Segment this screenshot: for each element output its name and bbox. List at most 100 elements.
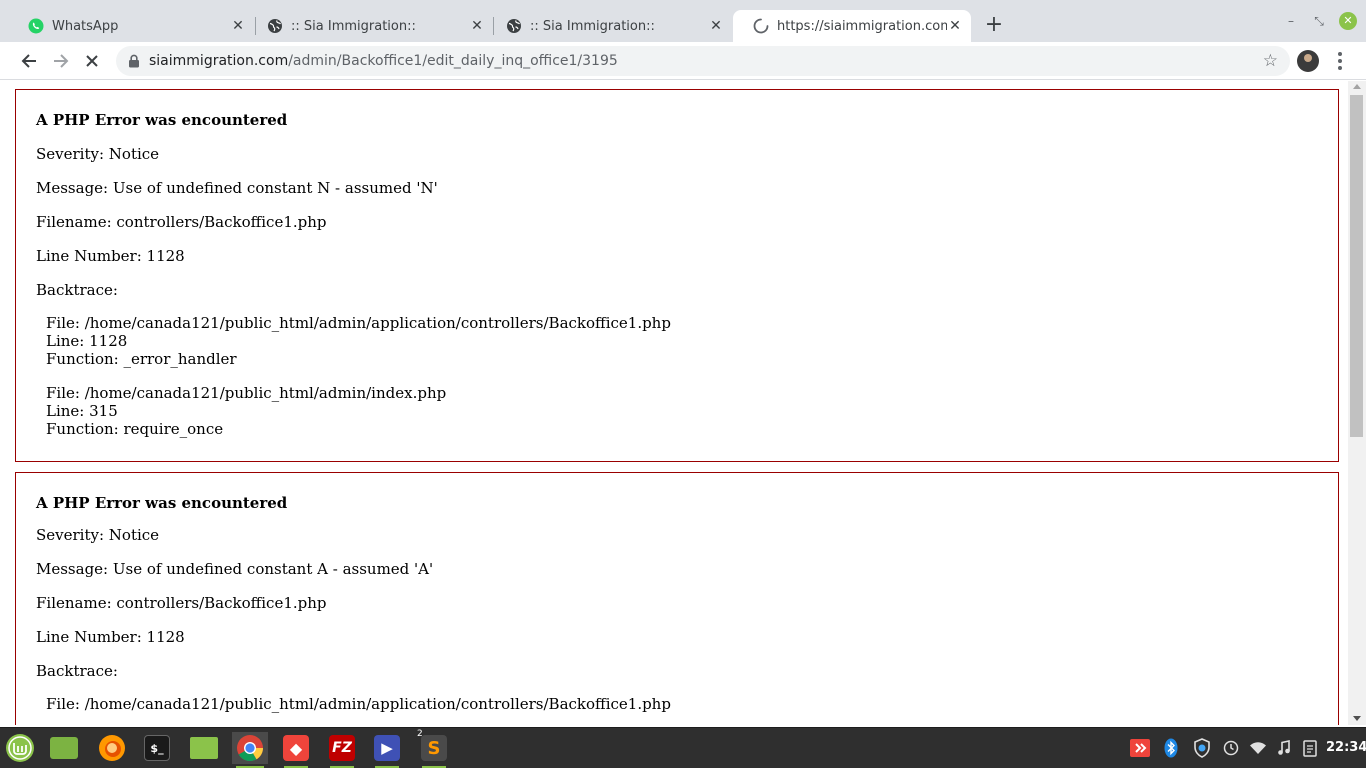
tab-strip: WhatsApp ✕ :: Sia Immigration:: ✕ :: Sia…	[0, 0, 1366, 42]
back-button[interactable]	[17, 49, 41, 73]
error-filename: Filename: controllers/Backoffice1.php	[36, 594, 327, 612]
backtrace-file: File: /home/canada121/public_html/admin/…	[46, 695, 671, 713]
error-message: Message: Use of undefined constant A - a…	[36, 560, 434, 578]
anydesk-icon: ◆	[283, 735, 309, 761]
chrome-icon	[237, 735, 264, 762]
scroll-down-arrow-icon[interactable]	[1353, 716, 1361, 721]
clipboard-icon	[1303, 740, 1317, 757]
new-tab-button[interactable]: +	[982, 14, 1006, 38]
menu-dot	[1338, 52, 1342, 56]
page-scrollbar[interactable]	[1348, 81, 1366, 725]
arrow-left-icon	[21, 54, 36, 68]
tab-close-icon[interactable]: ✕	[708, 18, 724, 34]
minimize-icon[interactable]: –	[1282, 12, 1300, 30]
folder-icon	[190, 737, 218, 759]
backtrace-line: Line: 1128	[46, 332, 128, 350]
firefox-icon	[99, 735, 125, 761]
media-player-icon: ▶	[374, 735, 400, 761]
error-severity: Severity: Notice	[36, 145, 160, 163]
backtrace-file: File: /home/canada121/public_html/admin/…	[46, 314, 671, 332]
taskbar-firefox[interactable]	[96, 732, 128, 764]
tab-active-siaimmigration[interactable]: https://siaimmigration.com/admin ✕	[733, 10, 971, 42]
window-close-icon[interactable]: ✕	[1339, 12, 1357, 30]
browser-menu-button[interactable]	[1332, 50, 1348, 72]
mint-menu-button[interactable]	[4, 732, 36, 764]
tab-close-icon[interactable]: ✕	[230, 18, 246, 34]
tab-whatsapp[interactable]: WhatsApp ✕	[8, 10, 254, 42]
taskbar-terminal[interactable]: $_	[141, 732, 173, 764]
tab-sia-immigration-1[interactable]: :: Sia Immigration:: ✕	[247, 10, 493, 42]
backtrace-function: Function: _error_handler	[46, 350, 237, 368]
menu-dot	[1338, 59, 1342, 63]
whatsapp-icon	[28, 18, 44, 34]
system-clock[interactable]: 22:34	[1326, 740, 1366, 755]
tab-title: :: Sia Immigration::	[291, 18, 416, 34]
close-icon	[86, 55, 98, 67]
restore-icon[interactable]: ⤡	[1310, 12, 1328, 30]
error-filename: Filename: controllers/Backoffice1.php	[36, 213, 327, 231]
url-text[interactable]: siaimmigration.com/admin/Backoffice1/edi…	[149, 53, 618, 69]
bluetooth-icon	[1164, 738, 1178, 758]
wifi-icon	[1250, 742, 1266, 754]
taskbar-chrome[interactable]	[232, 732, 268, 768]
php-error-box: A PHP Error was encountered Severity: No…	[15, 472, 1339, 725]
lock-icon[interactable]	[128, 54, 140, 68]
taskbar-files[interactable]	[48, 732, 80, 764]
error-severity: Severity: Notice	[36, 526, 160, 544]
error-heading: A PHP Error was encountered	[36, 494, 288, 512]
tab-close-icon[interactable]: ✕	[469, 18, 485, 34]
scrollbar-thumb[interactable]	[1350, 95, 1363, 437]
tray-update-manager[interactable]	[1191, 737, 1213, 759]
system-taskbar: $_ ◆ FZ ▶ S 2 22:34	[0, 727, 1366, 768]
globe-icon	[268, 19, 282, 33]
clock-icon	[1223, 740, 1239, 756]
taskbar-media-player[interactable]: ▶	[371, 732, 403, 768]
forward-button[interactable]	[49, 49, 73, 73]
tab-title: WhatsApp	[52, 18, 119, 34]
tray-anydesk[interactable]	[1129, 737, 1151, 759]
taskbar-sublime-text[interactable]: S 2	[417, 729, 450, 768]
scroll-up-arrow-icon[interactable]	[1353, 84, 1361, 89]
globe-icon	[507, 19, 521, 33]
loading-spinner-icon	[753, 18, 769, 34]
filezilla-icon: FZ	[329, 735, 355, 761]
error-message: Message: Use of undefined constant N - a…	[36, 179, 438, 197]
backtrace-entry: File: /home/canada121/public_html/admin/…	[46, 314, 1338, 368]
browser-toolbar: siaimmigration.com/admin/Backoffice1/edi…	[0, 42, 1366, 80]
address-bar[interactable]: siaimmigration.com/admin/Backoffice1/edi…	[116, 46, 1290, 76]
error-line-number: Line Number: 1128	[36, 628, 185, 646]
mint-menu-icon	[6, 734, 34, 762]
tab-title: :: Sia Immigration::	[530, 18, 655, 34]
tray-sound[interactable]	[1273, 737, 1295, 759]
files-icon	[50, 737, 78, 759]
error-backtrace-label: Backtrace:	[36, 662, 118, 680]
php-error-box: A PHP Error was encountered Severity: No…	[15, 89, 1339, 462]
error-heading: A PHP Error was encountered	[36, 111, 288, 129]
tray-notes[interactable]	[1299, 737, 1321, 759]
error-line-number: Line Number: 1128	[36, 247, 185, 265]
taskbar-folder[interactable]	[188, 732, 220, 764]
stop-loading-button[interactable]	[80, 49, 104, 73]
menu-dot	[1338, 66, 1342, 70]
backtrace-entry: File: /home/canada121/public_html/admin/…	[46, 695, 1338, 713]
anydesk-tray-icon	[1130, 739, 1150, 757]
taskbar-filezilla[interactable]: FZ	[326, 732, 358, 768]
taskbar-anydesk[interactable]: ◆	[280, 732, 312, 768]
backtrace-file: File: /home/canada121/public_html/admin/…	[46, 384, 447, 402]
tray-network[interactable]	[1247, 737, 1269, 759]
shield-icon	[1194, 738, 1210, 758]
tray-bluetooth[interactable]	[1160, 737, 1182, 759]
tray-clock-applet[interactable]	[1220, 737, 1242, 759]
backtrace-line: Line: 315	[46, 402, 118, 420]
sublime-text-icon: S	[421, 735, 447, 761]
error-backtrace-label: Backtrace:	[36, 281, 118, 299]
bookmark-star-icon[interactable]: ☆	[1263, 52, 1278, 70]
backtrace-entry: File: /home/canada121/public_html/admin/…	[46, 384, 1338, 438]
tab-close-icon[interactable]: ✕	[947, 18, 963, 34]
url-path: /admin/Backoffice1/edit_daily_inq_office…	[288, 53, 618, 69]
profile-avatar[interactable]	[1297, 50, 1319, 72]
backtrace-function: Function: require_once	[46, 420, 224, 438]
arrow-right-icon	[54, 54, 69, 68]
tab-sia-immigration-2[interactable]: :: Sia Immigration:: ✕	[486, 10, 732, 42]
url-host: siaimmigration.com	[149, 53, 289, 69]
